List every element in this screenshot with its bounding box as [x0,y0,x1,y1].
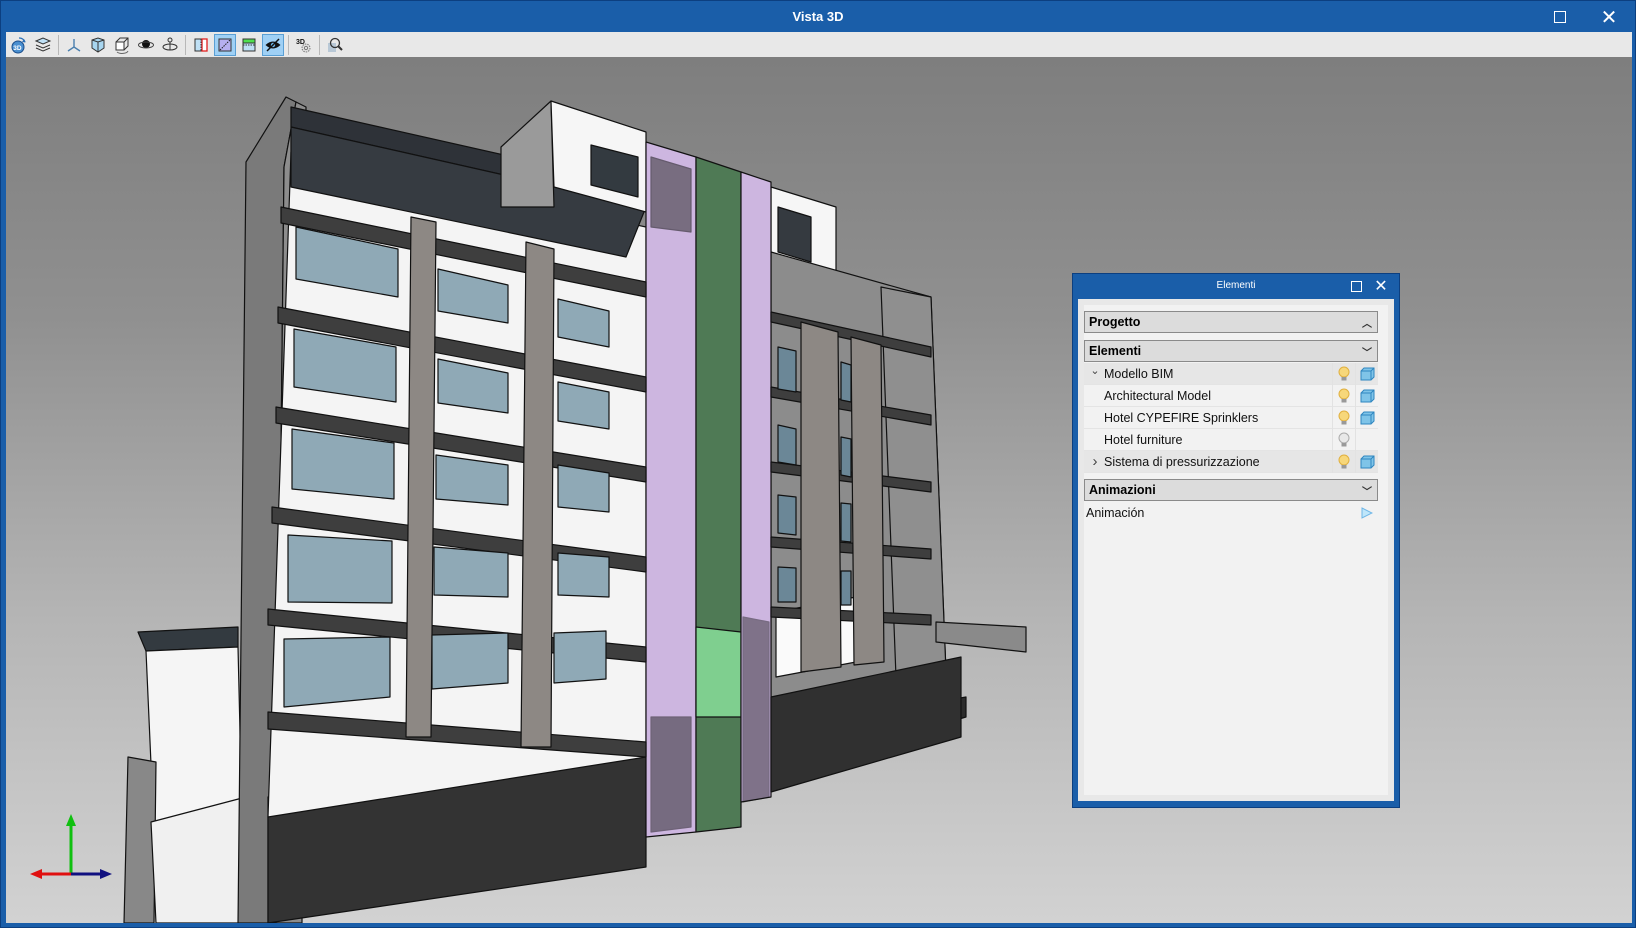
walk-rotate-button[interactable] [159,34,181,56]
zoom-button[interactable] [324,34,346,56]
panel-body: Progetto ︿ Elementi ﹀ ⌄ Modello BIM Archit… [1078,299,1394,801]
tree-item[interactable]: Hotel furniture [1084,428,1378,451]
elementi-panel: Elementi ✕ Progetto ︿ Elementi ﹀ ⌄ Modell… [1072,273,1400,808]
lightbulb-on-icon[interactable] [1332,384,1355,407]
rotate-3d-button[interactable]: 3D [8,34,30,56]
axes-icon [67,38,81,52]
axis-x-arrow [30,869,42,879]
tree-item[interactable]: Hotel CYPEFIRE Sprinklers [1084,406,1378,429]
animation-row[interactable]: Animación [1084,502,1378,524]
lightbulb-on-icon[interactable] [1332,450,1355,473]
close-icon: ✕ [1374,278,1388,295]
toolbar-separator [319,34,320,55]
shaft-hatch-bottom [650,716,692,833]
tree-item-label: Hotel CYPEFIRE Sprinklers [1104,410,1259,425]
rotate-3d-icon: 3D [11,36,26,53]
maximize-icon [1350,280,1362,292]
title-bar: Vista 3D ✕ [1,1,1635,32]
section-elementi-label: Elementi [1089,344,1142,358]
diagonal-clip-icon [218,38,232,51]
vista-3d-window: Vista 3D ✕ 3D 3D Elementi ✕ Progetto ︿ E… [0,0,1636,928]
hide-elements-button[interactable] [262,33,284,56]
lightbulb-on-icon[interactable] [1332,362,1355,385]
orbit-icon [138,39,154,48]
toolbar-separator [185,34,186,55]
toolbar: 3D 3D [6,32,1632,57]
section-progetto[interactable]: Progetto ︿ [1084,311,1378,333]
cube-icon[interactable] [1355,450,1378,473]
horizontal-clip-button[interactable] [238,34,260,56]
cube-view-icon [91,36,105,53]
section-progetto-label: Progetto [1089,315,1141,329]
horizontal-clip-icon [242,38,256,51]
toolbar-separator [58,34,59,55]
right-tower-opening [777,206,812,263]
section-animazioni-label: Animazioni [1089,483,1156,497]
maximize-icon [1554,11,1566,23]
shaft-hatch-top [650,156,692,233]
diagonal-clip-button[interactable] [214,33,236,56]
tree-item[interactable]: › Sistema di pressurizzazione [1084,450,1378,473]
hide-eye-icon [265,37,281,52]
cube-icon[interactable] [1355,362,1378,385]
vertical-clip-icon [194,37,208,52]
annex-lower-wall [123,756,157,923]
tree-item-label: Hotel furniture [1104,432,1183,447]
window-title: Vista 3D [792,9,844,24]
cube-icon[interactable] [1355,384,1378,407]
chevron-up-icon: ︿ [1362,319,1372,330]
play-icon[interactable] [1356,507,1378,519]
tree-item-label: Modello BIM [1104,366,1174,381]
elevator-cabin [695,626,742,718]
3d-settings-icon: 3D [296,39,311,52]
layers-icon [34,36,52,52]
axis-y-arrow [66,814,76,826]
panel-content: Progetto ︿ Elementi ﹀ ⌄ Modello BIM Archit… [1084,305,1388,795]
vertical-clip-button[interactable] [190,34,212,56]
close-button[interactable]: ✕ [1591,5,1627,29]
cube-view-button[interactable] [87,34,109,56]
chevron-down-icon: ﹀ [1362,348,1372,359]
3d-settings-button[interactable]: 3D [293,34,315,56]
section-elementi[interactable]: Elementi ﹀ [1084,340,1378,362]
stair-core-side [500,100,555,208]
panel-close-button[interactable]: ✕ [1370,276,1392,296]
tree-item[interactable]: Architectural Model [1084,384,1378,407]
close-icon: ✕ [1600,6,1618,29]
axis-z-arrow [100,869,112,879]
chevron-down-icon: ﹀ [1362,487,1372,498]
panel-maximize-button[interactable] [1345,276,1367,296]
cube-icon[interactable] [1355,406,1378,429]
zoom-icon [328,37,343,52]
toolbar-separator [288,34,289,55]
section-box-button[interactable] [111,34,133,56]
section-box-icon [115,37,129,54]
orbit-button[interactable] [135,34,157,56]
lightbulb-on-icon[interactable] [1332,406,1355,429]
elevator-shaft [695,156,742,833]
layers-button[interactable] [32,34,54,56]
axis-indicator [26,812,116,892]
maximize-button[interactable] [1542,5,1578,29]
tree-item-label: Sistema di pressurizzazione [1104,454,1260,469]
chevron-down-icon[interactable]: ⌄ [1086,364,1104,377]
animation-label: Animación [1086,506,1145,520]
walk-rotate-icon [162,37,178,50]
empty-cell [1355,428,1378,451]
cantilever-beam [935,621,1027,653]
tree-item-label: Architectural Model [1104,388,1211,403]
tree-item[interactable]: ⌄ Modello BIM [1084,362,1378,385]
shaft-hatch-right [742,616,770,803]
axes-button[interactable] [63,34,85,56]
svg-text:3D: 3D [13,45,22,52]
chevron-right-icon[interactable]: › [1086,453,1104,470]
section-animazioni[interactable]: Animazioni ﹀ [1084,479,1378,501]
lightbulb-off-icon[interactable] [1332,428,1355,451]
